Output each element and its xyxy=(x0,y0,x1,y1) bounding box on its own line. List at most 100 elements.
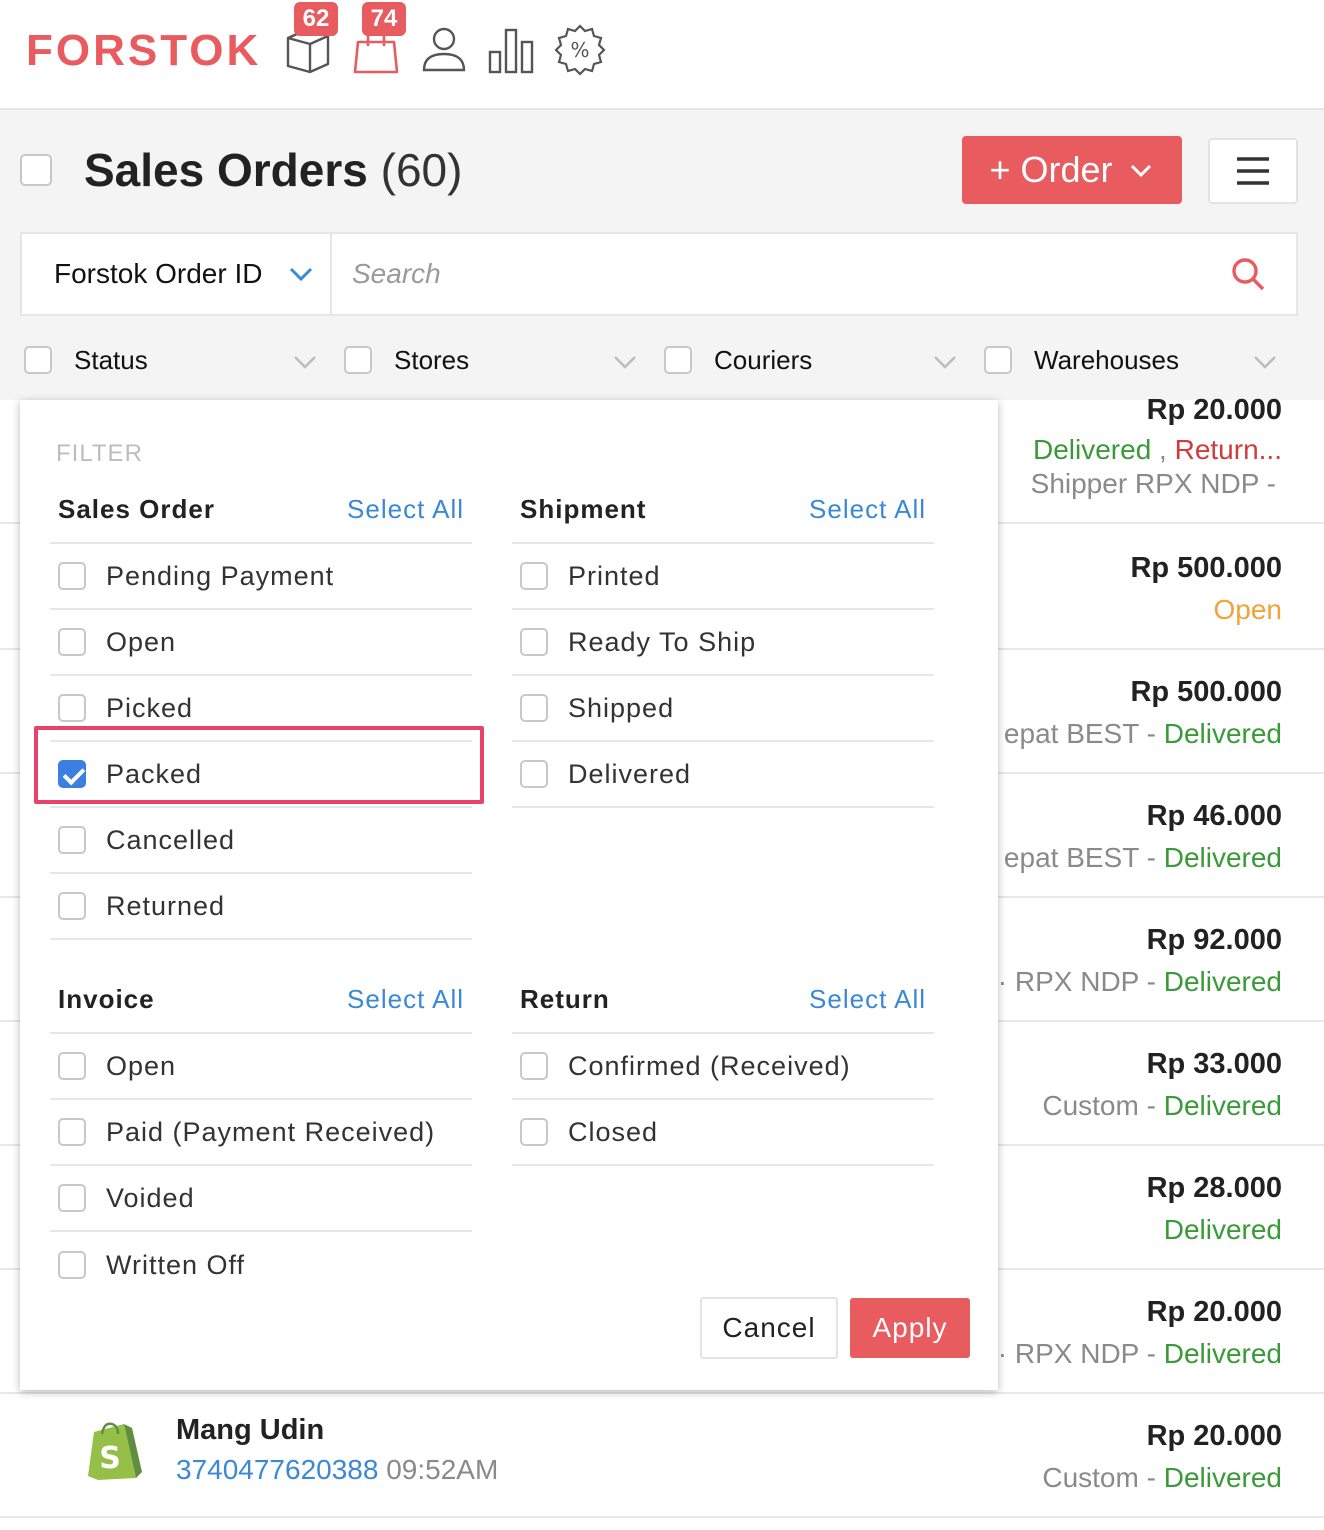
option-label: Closed xyxy=(568,1116,659,1147)
option-pending-payment[interactable]: Pending Payment xyxy=(50,544,472,610)
status-filter[interactable]: Status xyxy=(20,338,320,382)
option-ready-to-ship[interactable]: Ready To Ship xyxy=(512,610,934,676)
shopify-icon: S xyxy=(88,1422,142,1480)
order-status: · RPX NDP - Delivered xyxy=(998,966,1282,998)
search-button[interactable] xyxy=(1200,234,1296,314)
order-count: (60) xyxy=(380,144,463,196)
checkbox[interactable] xyxy=(58,1251,86,1279)
sales-order-header: Sales Order Select All xyxy=(50,494,472,544)
option-voided[interactable]: Voided xyxy=(50,1166,472,1232)
order-courier: epat BEST - xyxy=(1003,718,1164,749)
order-amount: Rp 20.000 xyxy=(1146,1296,1282,1328)
hamburger-icon xyxy=(1237,157,1269,185)
option-cancelled[interactable]: Cancelled xyxy=(50,808,472,874)
stores-checkbox[interactable] xyxy=(344,346,372,374)
option-confirmed[interactable]: Confirmed (Received) xyxy=(512,1034,934,1100)
checkbox[interactable] xyxy=(58,892,86,920)
option-label: Open xyxy=(106,1050,177,1081)
order-time: 09:52AM xyxy=(378,1454,499,1485)
bar-chart-icon xyxy=(488,28,534,74)
warehouses-checkbox[interactable] xyxy=(984,346,1012,374)
option-paid[interactable]: Paid (Payment Received) xyxy=(50,1100,472,1166)
return-header: Return Select All xyxy=(512,984,934,1034)
option-printed[interactable]: Printed xyxy=(512,544,934,610)
nav-products[interactable]: 62 xyxy=(278,2,338,80)
checkbox[interactable] xyxy=(58,694,86,722)
option-label: Picked xyxy=(106,692,194,723)
invoice-select-all[interactable]: Select All xyxy=(347,984,464,1015)
order-status: Delivered xyxy=(1164,1214,1282,1246)
menu-button[interactable] xyxy=(1208,138,1298,204)
chevron-down-icon xyxy=(1254,356,1276,369)
forstok-logo[interactable]: FORSTOK xyxy=(26,26,261,76)
checkbox[interactable] xyxy=(58,1052,86,1080)
order-id-link[interactable]: 3740477620388 xyxy=(176,1454,378,1485)
checkbox[interactable] xyxy=(520,628,548,656)
status-delivered: Delivered xyxy=(1163,1462,1282,1493)
search-field-select[interactable]: Forstok Order ID xyxy=(22,234,332,314)
couriers-label: Couriers xyxy=(714,344,813,375)
option-delivered[interactable]: Delivered xyxy=(512,742,934,808)
checkbox[interactable] xyxy=(520,562,548,590)
order-courier: · RPX NDP - xyxy=(997,966,1164,997)
return-select-all[interactable]: Select All xyxy=(809,984,926,1015)
order-status: · RPX NDP - Delivered xyxy=(998,1338,1282,1370)
order-row[interactable]: S Mang Udin 3740477620388 09:52AM Rp 20.… xyxy=(0,1394,1324,1518)
option-label: Pending Payment xyxy=(106,560,335,591)
add-order-button[interactable]: + Order xyxy=(962,136,1182,204)
couriers-checkbox[interactable] xyxy=(664,346,692,374)
sales-order-select-all[interactable]: Select All xyxy=(347,494,464,525)
cancel-button[interactable]: Cancel xyxy=(700,1297,838,1359)
nav-reports[interactable] xyxy=(482,20,542,80)
order-amount: Rp 20.000 xyxy=(1146,394,1282,426)
order-amount: Rp 20.000 xyxy=(1146,1420,1282,1452)
order-amount: Rp 500.000 xyxy=(1130,676,1282,708)
search-bar: Forstok Order ID xyxy=(20,232,1298,316)
invoice-title: Invoice xyxy=(58,984,155,1014)
checkbox[interactable] xyxy=(520,760,548,788)
chevron-down-icon xyxy=(614,356,636,369)
order-status: epat BEST - Delivered xyxy=(1004,718,1282,750)
search-input[interactable] xyxy=(332,234,1200,314)
order-amount: Rp 28.000 xyxy=(1146,1172,1282,1204)
stores-filter[interactable]: Stores xyxy=(340,338,640,382)
checkbox[interactable] xyxy=(58,826,86,854)
checkbox[interactable] xyxy=(520,694,548,722)
stores-label: Stores xyxy=(394,344,470,375)
checkbox[interactable] xyxy=(58,1184,86,1212)
option-shipped[interactable]: Shipped xyxy=(512,676,934,742)
option-label: Confirmed (Received) xyxy=(568,1050,851,1081)
sales-order-group: Sales Order Select All Pending Payment O… xyxy=(50,494,472,940)
option-invoice-open[interactable]: Open xyxy=(50,1034,472,1100)
checkbox[interactable] xyxy=(58,628,86,656)
products-badge: 62 xyxy=(294,2,338,36)
option-label: Paid (Payment Received) xyxy=(106,1116,436,1147)
option-written-off[interactable]: Written Off xyxy=(50,1232,472,1298)
checkbox[interactable] xyxy=(520,1118,548,1146)
return-group: Return Select All Confirmed (Received) C… xyxy=(512,984,934,1166)
option-open[interactable]: Open xyxy=(50,610,472,676)
svg-text:S: S xyxy=(99,1441,121,1476)
order-status: Custom - Delivered xyxy=(1042,1462,1282,1494)
apply-button[interactable]: Apply xyxy=(850,1298,970,1358)
select-all-orders-checkbox[interactable] xyxy=(20,154,52,186)
checkbox[interactable] xyxy=(58,562,86,590)
shipment-select-all[interactable]: Select All xyxy=(809,494,926,525)
checkbox[interactable] xyxy=(520,1052,548,1080)
nav-promotions[interactable]: % xyxy=(550,20,610,80)
option-returned[interactable]: Returned xyxy=(50,874,472,940)
warehouses-filter[interactable]: Warehouses xyxy=(980,338,1280,382)
option-label: Written Off xyxy=(106,1249,246,1280)
order-amount: Rp 33.000 xyxy=(1146,1048,1282,1080)
order-status: Delivered , Return... xyxy=(1033,434,1282,466)
status-checkbox[interactable] xyxy=(24,346,52,374)
option-closed[interactable]: Closed xyxy=(512,1100,934,1166)
invoice-group: Invoice Select All Open Paid (Payment Re… xyxy=(50,984,472,1298)
nav-customers[interactable] xyxy=(414,20,474,80)
couriers-filter[interactable]: Couriers xyxy=(660,338,960,382)
nav-orders[interactable]: 74 xyxy=(346,2,406,80)
status-delivered: Delivered xyxy=(1163,842,1282,873)
order-amount: Rp 500.000 xyxy=(1130,552,1282,584)
checkbox[interactable] xyxy=(58,1118,86,1146)
option-label: Voided xyxy=(106,1182,195,1213)
